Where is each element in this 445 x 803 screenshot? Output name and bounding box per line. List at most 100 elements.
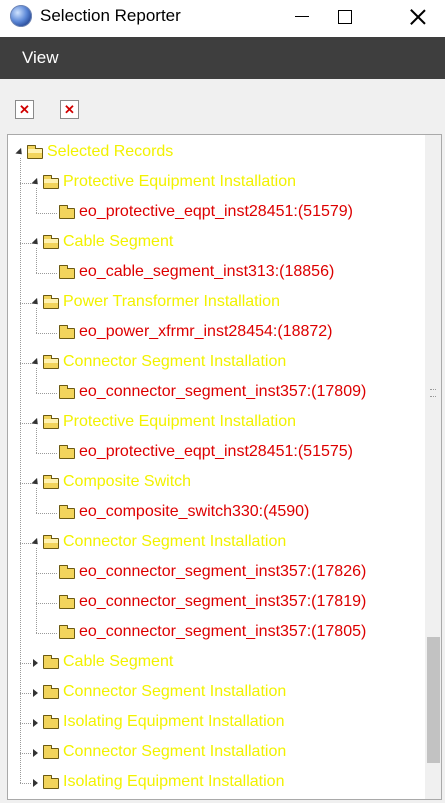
tree-connector-line <box>36 428 37 453</box>
collapse-arrow-icon[interactable] <box>30 537 41 548</box>
tree-record-label: eo_composite_switch330:(4590) <box>79 503 310 520</box>
tree-root-node[interactable]: Selected Records <box>8 137 425 167</box>
folder-icon <box>59 205 75 219</box>
folder-icon <box>59 325 75 339</box>
close-button[interactable] <box>395 0 441 33</box>
tree-group-node[interactable]: Isolating Equipment Installation <box>8 767 425 797</box>
tree-group-node[interactable]: Connector Segment Installation <box>8 527 425 557</box>
tree-record-label: eo_connector_segment_inst357:(17819) <box>79 593 367 610</box>
tree-connector-line <box>20 753 31 754</box>
expanded-triangle-icon <box>30 177 41 188</box>
folder-icon <box>59 565 75 579</box>
tree-connector-line <box>20 543 31 544</box>
tree-record-label: eo_connector_segment_inst357:(17805) <box>79 623 367 640</box>
collapse-arrow-icon[interactable] <box>14 147 25 158</box>
tree-group-node[interactable]: Protective Equipment Installation <box>8 407 425 437</box>
tree-record-node[interactable]: eo_power_xfrmr_inst28454:(18872) <box>8 317 425 347</box>
folder-icon <box>59 265 75 279</box>
tree-connector-line <box>36 573 57 574</box>
toolbar: ✕ ✕ <box>0 79 445 132</box>
folder-icon <box>59 385 75 399</box>
collapse-arrow-icon[interactable] <box>30 237 41 248</box>
tree-record-node[interactable]: eo_connector_segment_inst357:(17826) <box>8 557 425 587</box>
scrollbar-grip-icon <box>430 389 436 397</box>
open-folder-icon <box>27 145 43 159</box>
toolbar-button-2[interactable]: ✕ <box>60 100 79 119</box>
tree-connector-line <box>20 243 31 244</box>
tree-connector-line <box>36 548 37 633</box>
maximize-button[interactable] <box>322 0 368 33</box>
tree-group-node[interactable]: Composite Switch <box>8 467 425 497</box>
tree-record-node[interactable]: eo_composite_switch330:(4590) <box>8 497 425 527</box>
tree-record-node[interactable]: eo_connector_segment_inst357:(17805) <box>8 617 425 647</box>
collapsed-triangle-icon <box>33 718 38 727</box>
tree-group-node[interactable]: Connector Segment Installation <box>8 347 425 377</box>
tree-record-label: eo_connector_segment_inst357:(17809) <box>79 383 367 400</box>
collapsed-triangle-icon <box>33 748 38 757</box>
expand-arrow-icon[interactable] <box>31 688 40 697</box>
collapse-arrow-icon[interactable] <box>30 297 41 308</box>
expanded-triangle-icon <box>30 537 41 548</box>
folder-icon <box>59 505 75 519</box>
tree-group-node[interactable]: Cable Segment <box>8 647 425 677</box>
toolbar-button-1[interactable]: ✕ <box>15 100 34 119</box>
title-bar[interactable]: Selection Reporter <box>0 0 445 37</box>
folder-icon <box>43 745 59 759</box>
tree-connector-line <box>20 423 31 424</box>
tree-group-node[interactable]: Protective Equipment Installation <box>8 167 425 197</box>
expand-arrow-icon[interactable] <box>31 778 40 787</box>
expanded-triangle-icon <box>30 297 41 308</box>
tree-connector-line <box>20 158 21 783</box>
red-x-icon: ✕ <box>64 102 75 117</box>
tree-record-label: eo_power_xfrmr_inst28454:(18872) <box>79 323 333 340</box>
menu-item-view[interactable]: View <box>22 48 59 68</box>
folder-icon <box>43 775 59 789</box>
tree-record-node[interactable]: eo_protective_eqpt_inst28451:(51579) <box>8 197 425 227</box>
open-folder-icon <box>43 355 59 369</box>
tree-group-node[interactable]: Connector Segment Installation <box>8 677 425 707</box>
collapsed-triangle-icon <box>33 658 38 667</box>
tree-group-label: Cable Segment <box>63 653 174 670</box>
tree-group-label: Connector Segment Installation <box>63 353 287 370</box>
tree-group-node[interactable]: Power Transformer Installation <box>8 287 425 317</box>
folder-icon <box>59 625 75 639</box>
minimize-icon <box>295 15 309 18</box>
collapsed-triangle-icon <box>33 778 38 787</box>
tree-connector-line <box>20 363 31 364</box>
collapse-arrow-icon[interactable] <box>30 357 41 368</box>
tree-connector-line <box>36 248 37 273</box>
collapse-arrow-icon[interactable] <box>30 177 41 188</box>
expanded-triangle-icon <box>30 237 41 248</box>
tree-record-node[interactable]: eo_connector_segment_inst357:(17809) <box>8 377 425 407</box>
tree-record-node[interactable]: eo_cable_segment_inst313:(18856) <box>8 257 425 287</box>
folder-icon <box>59 445 75 459</box>
expand-arrow-icon[interactable] <box>31 748 40 757</box>
folder-icon <box>43 655 59 669</box>
tree-group-node[interactable]: Cable Segment <box>8 227 425 257</box>
tree-record-label: eo_connector_segment_inst357:(17826) <box>79 563 367 580</box>
tree-connector-line <box>36 393 57 394</box>
open-folder-icon <box>43 415 59 429</box>
collapse-arrow-icon[interactable] <box>30 477 41 488</box>
tree-connector-line <box>20 483 31 484</box>
tree-connector-line <box>36 633 57 634</box>
selection-tree[interactable]: Selected Records Protective Equipment Ins… <box>8 135 425 799</box>
expand-arrow-icon[interactable] <box>31 658 40 667</box>
minimize-button[interactable] <box>279 0 325 33</box>
open-folder-icon <box>43 175 59 189</box>
tree-connector-line <box>20 303 31 304</box>
tree-group-label: Cable Segment <box>63 233 174 250</box>
tree-group-node[interactable]: Isolating Equipment Installation <box>8 707 425 737</box>
tree-record-node[interactable]: eo_protective_eqpt_inst28451:(51575) <box>8 437 425 467</box>
expand-arrow-icon[interactable] <box>31 718 40 727</box>
tree-connector-line <box>36 453 57 454</box>
vertical-scrollbar[interactable] <box>425 135 441 799</box>
tree-connector-line <box>36 308 37 333</box>
tree-record-node[interactable]: eo_connector_segment_inst357:(17819) <box>8 587 425 617</box>
tree-group-node[interactable]: Connector Segment Installation <box>8 737 425 767</box>
tree-connector-line <box>20 183 31 184</box>
tree-root-label: Selected Records <box>47 143 174 160</box>
collapse-arrow-icon[interactable] <box>30 417 41 428</box>
scrollbar-thumb[interactable] <box>427 637 440 763</box>
red-x-icon: ✕ <box>19 102 30 117</box>
